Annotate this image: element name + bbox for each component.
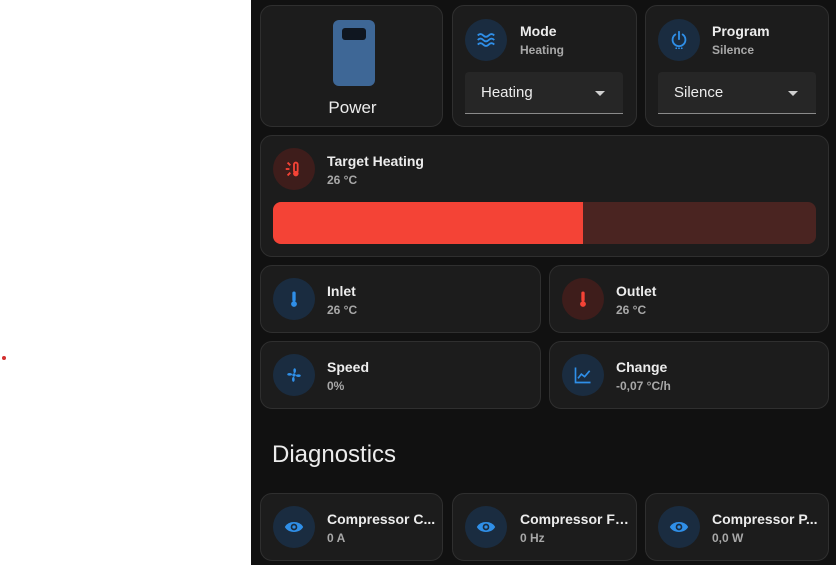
fan-icon[interactable]: [273, 354, 315, 396]
eye-icon[interactable]: [658, 506, 700, 548]
mode-title: Mode: [520, 23, 557, 39]
program-title: Program: [712, 23, 770, 39]
inlet-title: Inlet: [327, 283, 356, 299]
target-slider-fill: [273, 202, 583, 244]
power-tile[interactable]: Power: [260, 5, 443, 127]
speed-card[interactable]: Speed 0%: [260, 341, 541, 409]
waves-icon[interactable]: [465, 19, 507, 61]
thermometer-icon[interactable]: [273, 278, 315, 320]
diagnostic-card[interactable]: Compressor C... 0 A: [260, 493, 443, 561]
mode-select-value: Heating: [481, 84, 533, 101]
mode-card: Mode Heating Heating: [452, 5, 637, 127]
eye-icon[interactable]: [273, 506, 315, 548]
change-card[interactable]: Change -0,07 °C/h: [549, 341, 829, 409]
mode-state: Heating: [520, 43, 565, 57]
dashboard-panel: Power Mode Heating Heating Program Silen…: [251, 0, 836, 565]
outlet-title: Outlet: [616, 283, 657, 299]
speed-state: 0%: [327, 379, 345, 393]
heat-pump-device-icon: [333, 20, 375, 86]
diagnostic-state: 0 Hz: [520, 531, 545, 545]
diagnostic-title: Compressor P...: [712, 511, 818, 527]
diagnostic-card[interactable]: Compressor Fr... 0 Hz: [452, 493, 637, 561]
inlet-state: 26 °C: [327, 303, 358, 317]
outlet-card[interactable]: Outlet 26 °C: [549, 265, 829, 333]
inlet-card[interactable]: Inlet 26 °C: [260, 265, 541, 333]
red-dot-marker: [2, 356, 6, 360]
change-title: Change: [616, 359, 668, 375]
diagnostic-title: Compressor C...: [327, 511, 436, 527]
power-label: Power: [328, 98, 377, 117]
chevron-down-icon: [788, 91, 798, 96]
diagnostics-heading: Diagnostics: [272, 441, 397, 468]
heating-thermometer-icon[interactable]: [273, 148, 315, 190]
outlet-state: 26 °C: [616, 303, 647, 317]
target-state: 26 °C: [327, 173, 358, 187]
target-slider[interactable]: [273, 202, 816, 244]
power-icon[interactable]: [658, 19, 700, 61]
program-select-value: Silence: [674, 84, 724, 101]
thermometer-icon[interactable]: [562, 278, 604, 320]
diagnostic-card[interactable]: Compressor P... 0,0 W: [645, 493, 829, 561]
target-title: Target Heating: [327, 153, 424, 169]
diagnostic-title: Compressor Fr...: [520, 511, 630, 527]
eye-icon[interactable]: [465, 506, 507, 548]
program-card: Program Silence Silence: [645, 5, 829, 127]
program-state: Silence: [712, 43, 755, 57]
chart-line-icon[interactable]: [562, 354, 604, 396]
target-heating-card: Target Heating 26 °C: [260, 135, 829, 257]
mode-select[interactable]: Heating: [465, 72, 623, 114]
chevron-down-icon: [595, 91, 605, 96]
speed-title: Speed: [327, 359, 370, 375]
change-state: -0,07 °C/h: [616, 379, 671, 393]
program-select[interactable]: Silence: [658, 72, 816, 114]
diagnostic-state: 0,0 W: [712, 531, 744, 545]
diagnostic-state: 0 A: [327, 531, 346, 545]
